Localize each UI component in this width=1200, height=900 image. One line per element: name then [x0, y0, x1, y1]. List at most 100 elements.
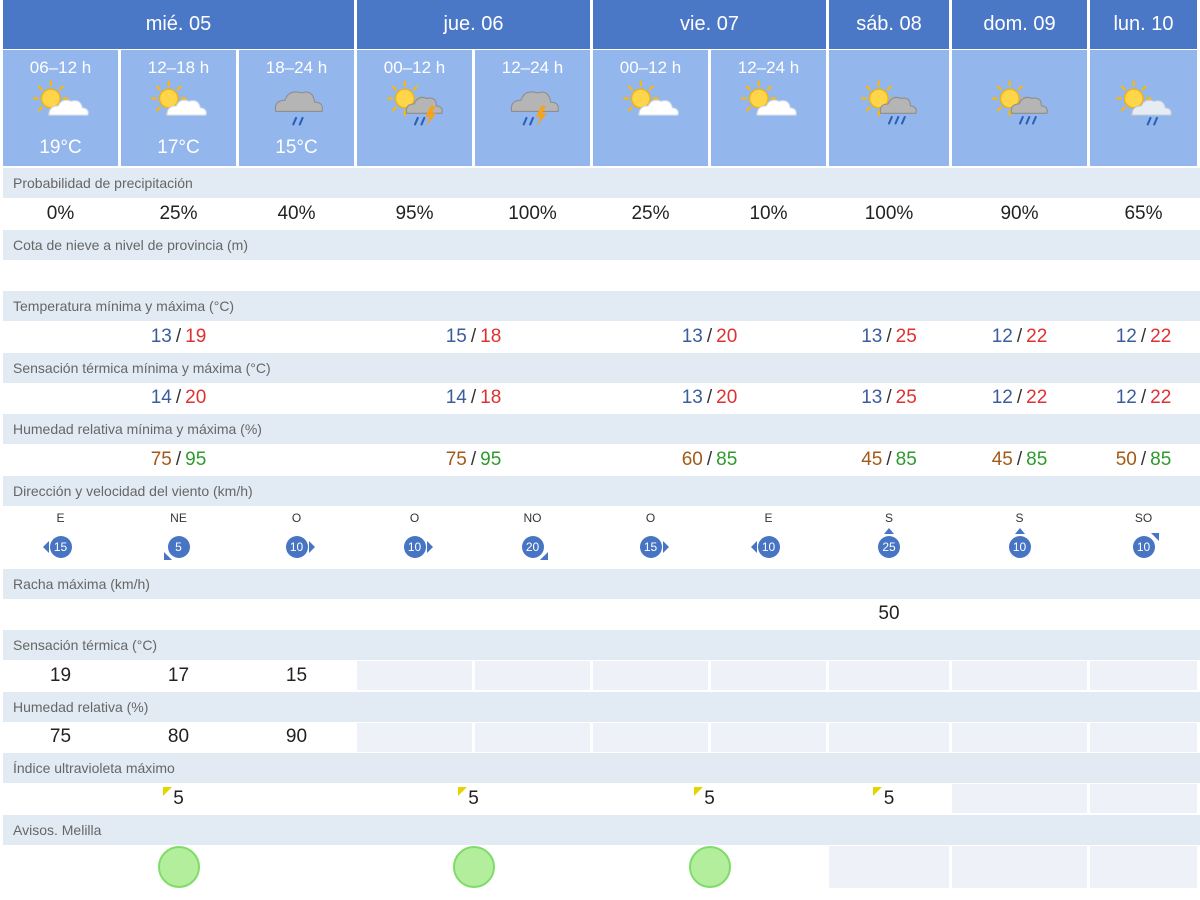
humidity-max: 85: [1150, 448, 1172, 470]
wind-speed-badge: 10: [403, 535, 426, 558]
precip-cell: 65%: [1090, 199, 1197, 228]
feels-like-min: 12: [1115, 387, 1137, 408]
day-header-1: jue. 06: [357, 0, 590, 49]
feels-like-period-cell: [1090, 661, 1197, 690]
temperature-min: 15: [445, 325, 467, 347]
gust-cell: [3, 599, 118, 629]
period-cell-4: 12–24 h: [475, 50, 590, 166]
feels-like-period-cell: [475, 661, 590, 690]
period-label: 00–12 h: [619, 58, 682, 77]
row-label-snow: Cota de nieve a nivel de provincia (m): [3, 229, 1200, 260]
feels-like-cell: 13/25: [829, 383, 949, 413]
period-label: 12–18 h: [147, 58, 210, 77]
precip-cell: 40%: [239, 199, 354, 228]
warning-cell: [593, 845, 826, 888]
temperature-cell: 12/22: [1090, 322, 1197, 351]
wind-arrow-icon: [426, 540, 433, 553]
separator: /: [1140, 448, 1147, 470]
warning-level-icon[interactable]: [688, 845, 731, 888]
wind-arrow-icon: [163, 551, 172, 560]
snow-level-cell: [829, 260, 949, 290]
day-header-3: sáb. 08: [829, 0, 949, 49]
gust-cell: [357, 599, 472, 629]
humidity-period-cell: 80: [121, 722, 236, 752]
period-temperature: 15°C: [275, 137, 318, 158]
humidity-min: 45: [991, 448, 1013, 470]
temperature-max: 25: [895, 325, 917, 347]
wind-direction: O: [645, 510, 656, 525]
temperature-min: 12: [991, 325, 1013, 347]
separator: /: [175, 325, 182, 347]
separator: /: [886, 387, 892, 408]
period-cell-7: [829, 50, 949, 166]
temperature-max: 18: [480, 325, 502, 347]
temperature-min: 13: [861, 325, 883, 347]
temperature-max: 19: [185, 325, 207, 347]
uv-value: 5: [704, 787, 715, 809]
wind-arrow-icon: [750, 540, 757, 553]
temperature-cell: 13/19: [3, 322, 354, 351]
uv-value: 5: [468, 787, 479, 809]
separator: /: [470, 448, 477, 470]
feels-like-min: 12: [991, 387, 1013, 408]
feels-like-max: 22: [1026, 387, 1048, 408]
sun-cloud-icon: [736, 78, 802, 130]
day-header-4: dom. 09: [952, 0, 1087, 49]
wind-arrow-icon: [308, 540, 315, 553]
wind-cell: O 10: [239, 506, 354, 567]
row-label-temp: Temperatura mínima y máxima (°C): [3, 291, 1200, 321]
feels-like-min: 13: [681, 387, 703, 408]
warning-cell: [952, 845, 1087, 888]
period-cell-9: [1090, 50, 1197, 166]
humidity-period-cell: [829, 722, 949, 752]
separator: /: [1140, 325, 1147, 347]
humidity-min: 45: [861, 448, 883, 470]
row-label-uv: Índice ultravioleta máximo: [3, 753, 1200, 783]
feels-like-period-cell: [593, 661, 708, 690]
cloud-rain-icon: [264, 78, 330, 130]
uv-cell: [1090, 784, 1197, 813]
humidity-period-cell: [357, 722, 472, 752]
period-cell-1: 12–18 h 17°C: [121, 50, 236, 166]
temperature-max: 22: [1150, 325, 1172, 347]
warning-level-icon[interactable]: [452, 845, 495, 888]
feels-like-max: 20: [185, 387, 207, 408]
uv-cell: 5: [357, 784, 590, 813]
wind-direction: NO: [523, 510, 542, 525]
period-cell-5: 00–12 h: [593, 50, 708, 166]
wind-direction: S: [1015, 510, 1024, 525]
wind-speed-badge: 10: [285, 535, 308, 558]
feels-like-period-cell: 17: [121, 661, 236, 690]
warning-cell: [3, 845, 354, 888]
temperature-cell: 15/18: [357, 322, 590, 351]
snow-level-cell: [952, 260, 1087, 290]
snow-level-cell: [239, 260, 354, 290]
separator: /: [470, 387, 477, 408]
snow-level-cell: [711, 260, 826, 290]
period-cell-2: 18–24 h 15°C: [239, 50, 354, 166]
precip-cell: 95%: [357, 199, 472, 228]
day-header-0: mié. 05: [3, 0, 354, 49]
humidity-max: 95: [185, 448, 207, 470]
warning-level-icon[interactable]: [157, 845, 200, 888]
humidity-max: 85: [1026, 448, 1048, 470]
wind-speed-badge: 25: [878, 535, 900, 558]
wind-speed-badge: 10: [757, 535, 780, 558]
wind-direction: NE: [170, 510, 187, 525]
humidity-min: 60: [681, 448, 703, 470]
humidity-max: 95: [480, 448, 502, 470]
uv-cell: 5: [593, 784, 826, 813]
cloud-storm-icon: [500, 78, 566, 130]
row-label-sens: Sensación térmica mínima y máxima (°C): [3, 352, 1200, 383]
gust-cell: [239, 599, 354, 629]
snow-level-cell: [475, 260, 590, 290]
warning-cell: [829, 845, 949, 888]
feels-like-period-cell: [829, 661, 949, 690]
sun-cloud-icon: [618, 78, 684, 130]
wind-direction: O: [409, 510, 420, 525]
humidity-period-cell: [1090, 722, 1197, 752]
uv-flag-icon: [457, 787, 467, 796]
humidity-cell: 45/85: [952, 445, 1087, 474]
wind-arrow-icon: [539, 551, 548, 560]
uv-flag-icon: [693, 787, 703, 796]
